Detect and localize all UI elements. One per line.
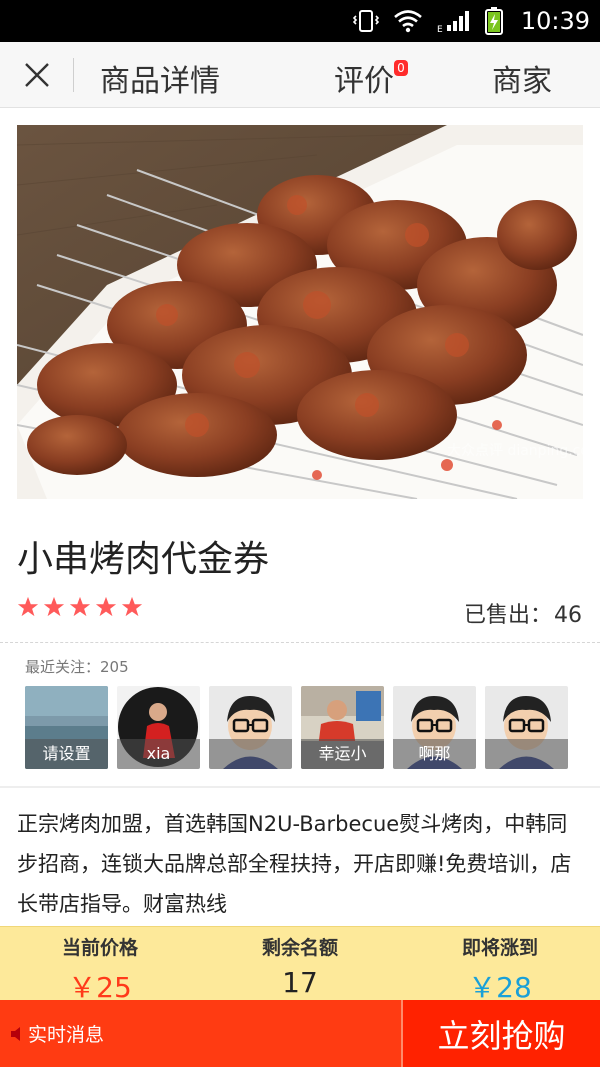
battery-icon	[484, 7, 503, 35]
image-watermark: 大众点评 dianping.com	[447, 443, 583, 459]
follower-avatar[interactable]: xia	[117, 686, 200, 769]
top-navigation: 商品详情 评价 0 商家	[0, 42, 600, 108]
sold-label: 已售出：	[463, 603, 552, 628]
speaker-icon	[11, 1026, 20, 1041]
buy-now-button[interactable]: 立刻抢购	[401, 1000, 600, 1067]
price-bar: 当前价格 ￥25 剩余名额 17 即将涨到 ￥28	[0, 926, 600, 1004]
current-price-label: 当前价格	[61, 937, 138, 959]
live-news-label: 实时消息	[28, 1024, 105, 1046]
star-icon	[95, 596, 117, 617]
tab-reviews-label: 评价	[334, 64, 394, 99]
section-divider	[0, 786, 600, 788]
star-icon	[17, 596, 39, 617]
product-description: 正宗烤肉加盟，首选韩国N2U-Barbecue熨斗烤肉，中韩同步招商，连锁大品牌…	[17, 812, 572, 916]
follower-avatar[interactable]: 幸运小	[301, 686, 384, 769]
bottom-action-bar: 实时消息 立刻抢购	[0, 1000, 600, 1067]
avatar-caption	[485, 739, 568, 769]
clock: 10:39	[520, 7, 590, 35]
signal-icon: E	[437, 9, 471, 33]
review-count-badge: 0	[394, 60, 408, 76]
current-price: 当前价格 ￥25	[0, 927, 200, 1004]
status-bar: E 10:39	[0, 0, 600, 42]
remaining-quota-label: 剩余名额	[261, 937, 338, 959]
avatar-caption: 幸运小	[301, 739, 384, 769]
follower-avatars: 请设置 xia 幸运小 啊那	[25, 686, 568, 769]
product-image[interactable]: 大众点评 dianping.com	[17, 125, 583, 499]
product-title: 小串烤肉代金券	[17, 539, 270, 580]
tab-merchant[interactable]: 商家	[492, 56, 552, 100]
sold-number: 46	[554, 603, 582, 628]
next-price-label: 即将涨到	[461, 937, 538, 959]
vibrate-icon	[352, 8, 379, 34]
follower-avatar[interactable]	[485, 686, 568, 769]
star-icon	[121, 596, 143, 617]
sold-count: 已售出：46	[464, 597, 582, 629]
network-type: E	[437, 25, 443, 33]
remaining-quota-value: 17	[282, 966, 318, 999]
wifi-icon	[393, 9, 423, 33]
avatar-caption: 请设置	[25, 739, 108, 769]
avatar-caption: 啊那	[393, 739, 476, 769]
next-price: 即将涨到 ￥28	[400, 927, 600, 1004]
divider	[0, 642, 600, 643]
product-detail-page: E 10:39 商品详情 评价 0 商家 大众点评 dianping.c 小串烤…	[0, 0, 600, 1067]
follower-avatar[interactable]	[209, 686, 292, 769]
recent-followers-label: 最近关注：205	[25, 658, 129, 676]
follower-avatar[interactable]: 请设置	[25, 686, 108, 769]
tab-product-detail[interactable]: 商品详情	[100, 56, 220, 100]
live-news-ticker[interactable]: 实时消息	[0, 1000, 401, 1067]
avatar-caption	[209, 739, 292, 769]
avatar-caption: xia	[117, 739, 200, 769]
tab-reviews[interactable]: 评价 0	[334, 56, 408, 100]
follower-avatar[interactable]: 啊那	[393, 686, 476, 769]
close-button[interactable]	[0, 42, 74, 108]
remaining-quota: 剩余名额 17	[200, 927, 400, 1000]
star-icon	[69, 596, 91, 617]
star-icon	[43, 596, 65, 617]
rating-stars	[17, 596, 143, 618]
close-icon	[25, 62, 49, 87]
